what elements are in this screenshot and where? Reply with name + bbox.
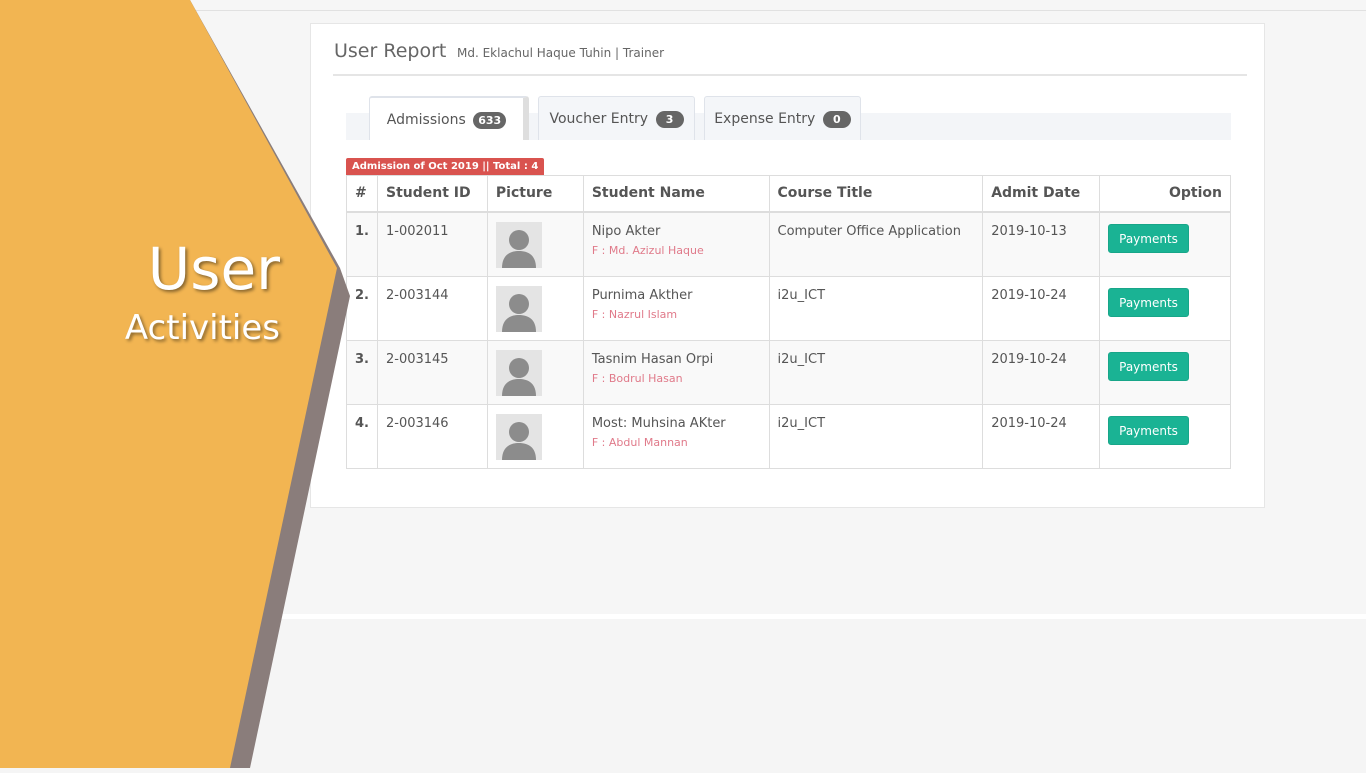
tab-admissions[interactable]: Admissions 633 bbox=[369, 96, 529, 140]
header-option: Option bbox=[1099, 175, 1231, 213]
tab-voucher-entry-label: Voucher Entry bbox=[549, 111, 649, 127]
payments-button[interactable]: Payments bbox=[1108, 415, 1190, 445]
payments-button[interactable]: Payments bbox=[1108, 287, 1190, 317]
student-name: Nipo Akter bbox=[591, 224, 661, 239]
header-course-title: Course Title bbox=[768, 175, 984, 213]
payments-button[interactable]: Payments bbox=[1108, 224, 1190, 253]
student-id: 2-003146 bbox=[376, 403, 488, 469]
student-name: Purnima Akther bbox=[591, 287, 693, 303]
picture-cell bbox=[486, 403, 584, 469]
tab-admissions-count-badge: 633 bbox=[473, 111, 507, 129]
side-banner: User Activities bbox=[0, 0, 360, 768]
banner-title: User bbox=[147, 235, 280, 303]
father-name: F : Nazrul Islam bbox=[591, 307, 678, 321]
admissions-table: # Student ID Picture Student Name Course… bbox=[346, 175, 1231, 469]
student-name-cell: Nipo Akter F : Md. Azizul Haque bbox=[582, 211, 770, 277]
course-title: Computer Office Application bbox=[768, 211, 984, 277]
course-title: i2u_ICT bbox=[768, 339, 984, 405]
tab-voucher-entry-count-badge: 3 bbox=[655, 110, 684, 128]
student-name-cell: Tasnim Hasan Orpi F : Bodrul Hasan bbox=[582, 339, 770, 405]
option-cell: Payments bbox=[1099, 211, 1231, 277]
student-name-cell: Purnima Akther F : Nazrul Islam bbox=[582, 275, 770, 341]
header-student-id: Student ID bbox=[376, 175, 488, 213]
student-id: 1-002011 bbox=[376, 211, 488, 277]
payments-button[interactable]: Payments bbox=[1108, 351, 1190, 381]
user-role-subtitle: Md. Eklachul Haque Tuhin | Trainer bbox=[457, 46, 665, 60]
table-row: 3. 2-003145 Tasnim Hasan Orpi F : Bodrul… bbox=[346, 339, 1231, 405]
admit-date: 2019-10-13 bbox=[982, 211, 1101, 277]
father-name: F : Abdul Mannan bbox=[591, 435, 688, 449]
avatar-placeholder-icon bbox=[495, 349, 542, 396]
admit-date: 2019-10-24 bbox=[982, 275, 1101, 341]
student-id: 2-003144 bbox=[376, 275, 488, 341]
avatar-placeholder-icon bbox=[495, 222, 542, 268]
tab-admissions-label: Admissions bbox=[386, 112, 466, 128]
table-row: 1. 1-002011 Nipo Akter F : Md. Azizul Ha… bbox=[346, 211, 1231, 277]
option-cell: Payments bbox=[1099, 339, 1231, 405]
admit-date: 2019-10-24 bbox=[982, 403, 1101, 469]
student-id: 2-003145 bbox=[376, 339, 488, 405]
banner-subtitle: Activities bbox=[124, 308, 280, 348]
student-name: Tasnim Hasan Orpi bbox=[591, 351, 714, 367]
picture-cell bbox=[486, 275, 584, 341]
table-header-row: # Student ID Picture Student Name Course… bbox=[346, 175, 1231, 213]
tab-voucher-entry[interactable]: Voucher Entry 3 bbox=[538, 96, 695, 140]
table-row: 2. 2-003144 Purnima Akther F : Nazrul Is… bbox=[346, 275, 1231, 341]
tab-expense-entry[interactable]: Expense Entry 0 bbox=[704, 96, 861, 140]
picture-cell bbox=[486, 211, 584, 277]
header-admit-date: Admit Date bbox=[982, 175, 1101, 213]
father-name: F : Md. Azizul Haque bbox=[591, 244, 704, 257]
course-title: i2u_ICT bbox=[768, 275, 984, 341]
option-cell: Payments bbox=[1099, 403, 1231, 469]
admit-date: 2019-10-24 bbox=[982, 339, 1101, 405]
course-title: i2u_ICT bbox=[768, 403, 984, 469]
user-report-panel: User Report Md. Eklachul Haque Tuhin | T… bbox=[310, 23, 1265, 508]
avatar-placeholder-icon bbox=[495, 413, 542, 460]
student-name: Most: Muhsina AKter bbox=[591, 415, 726, 431]
avatar-placeholder-icon bbox=[495, 285, 542, 332]
header-student-name: Student Name bbox=[582, 175, 770, 213]
father-name: F : Bodrul Hasan bbox=[591, 371, 683, 385]
student-name-cell: Most: Muhsina AKter F : Abdul Mannan bbox=[582, 403, 770, 469]
panel-header: User Report Md. Eklachul Haque Tuhin | T… bbox=[333, 38, 1247, 76]
tab-expense-entry-label: Expense Entry bbox=[714, 111, 816, 127]
tab-expense-entry-count-badge: 0 bbox=[822, 110, 851, 128]
picture-cell bbox=[486, 339, 584, 405]
option-cell: Payments bbox=[1099, 275, 1231, 341]
header-picture: Picture bbox=[486, 175, 584, 213]
banner-shape bbox=[0, 0, 350, 768]
admission-total-label: Admission of Oct 2019 || Total : 4 bbox=[346, 158, 545, 175]
table-row: 4. 2-003146 Most: Muhsina AKter F : Abdu… bbox=[346, 403, 1231, 469]
